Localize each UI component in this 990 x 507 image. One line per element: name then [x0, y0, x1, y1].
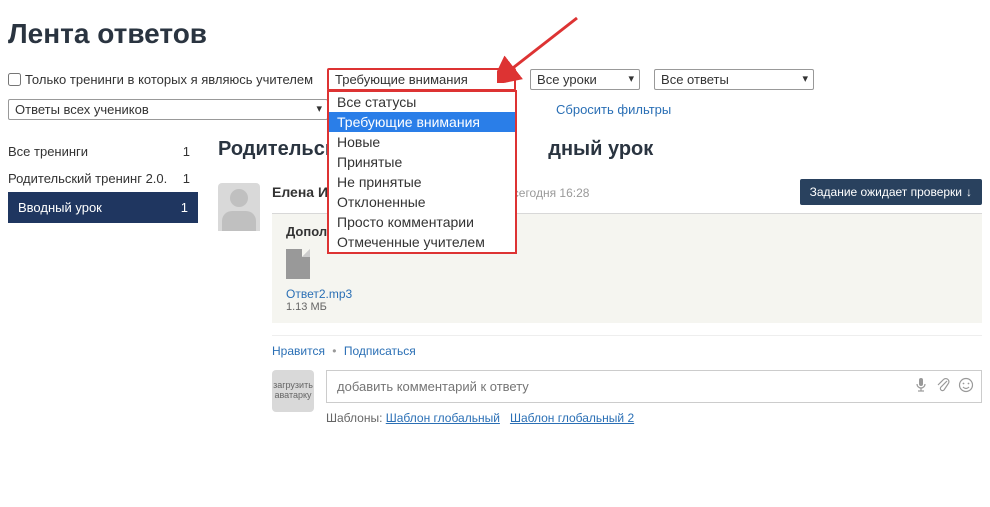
file-attachment[interactable]: Ответ2.mp3 1.13 МБ	[286, 249, 968, 313]
filter-row-1: Только тренинги в которых я являюсь учит…	[8, 68, 982, 91]
sidebar-item-label: Родительский тренинг 2.0.	[8, 171, 167, 186]
status-filter-select[interactable]: Требующие внимания	[329, 70, 514, 89]
status-dropdown: Все статусы Требующие внимания Новые При…	[327, 90, 517, 254]
author-avatar	[218, 183, 260, 231]
breadcrumb-suffix: дный урок	[548, 138, 653, 160]
like-link[interactable]: Нравится	[272, 344, 325, 358]
comment-row: загрузить аватарку	[272, 370, 982, 425]
microphone-icon[interactable]	[914, 377, 928, 396]
file-icon	[286, 249, 310, 279]
comment-input[interactable]	[326, 370, 982, 403]
templates-label: Шаблоны:	[326, 411, 382, 425]
comment-input-wrap: Шаблоны: Шаблон глобальный Шаблон глобал…	[326, 370, 982, 425]
lessons-filter-select-wrap[interactable]: Все уроки	[530, 69, 640, 90]
status-badge[interactable]: Задание ожидает проверки ↓	[800, 179, 982, 205]
sidebar-item-count: 1	[181, 200, 188, 215]
status-option-new[interactable]: Новые	[329, 132, 515, 152]
sidebar: Все тренинги 1 Родительский тренинг 2.0.…	[8, 138, 198, 425]
status-option-rejected[interactable]: Не принятые	[329, 172, 515, 192]
status-option-attention[interactable]: Требующие внимания	[329, 112, 515, 132]
students-filter-select[interactable]: Ответы всех учеников	[8, 99, 328, 120]
sidebar-item-label: Вводный урок	[18, 200, 102, 215]
status-option-declined[interactable]: Отклоненные	[329, 192, 515, 212]
sidebar-item-label: Все тренинги	[8, 144, 88, 159]
sidebar-item-count: 1	[183, 144, 190, 159]
teacher-only-text: Только тренинги в которых я являюсь учит…	[25, 72, 313, 87]
separator-dot: •	[332, 344, 336, 358]
templates-row: Шаблоны: Шаблон глобальный Шаблон глобал…	[326, 411, 982, 425]
page-title: Лента ответов	[8, 18, 982, 50]
status-filter-select-wrap[interactable]: Требующие внимания	[327, 68, 516, 91]
download-icon: ↓	[966, 185, 972, 199]
template-link-1[interactable]: Шаблон глобальный	[386, 411, 500, 425]
answers-filter-select-wrap[interactable]: Все ответы	[654, 69, 814, 90]
status-badge-text: Задание ожидает проверки	[810, 185, 962, 199]
teacher-only-checkbox-label[interactable]: Только тренинги в которых я являюсь учит…	[8, 72, 313, 87]
status-option-accepted[interactable]: Принятые	[329, 152, 515, 172]
file-name[interactable]: Ответ2.mp3	[286, 287, 968, 301]
sidebar-item-all-trainings[interactable]: Все тренинги 1	[8, 138, 198, 165]
subscribe-link[interactable]: Подписаться	[344, 344, 416, 358]
lessons-filter-select[interactable]: Все уроки	[530, 69, 640, 90]
status-option-marked[interactable]: Отмеченные учителем	[329, 232, 515, 252]
status-option-comments[interactable]: Просто комментарии	[329, 212, 515, 232]
file-size: 1.13 МБ	[286, 301, 968, 313]
students-filter-select-wrap[interactable]: Ответы всех учеников	[8, 99, 328, 120]
attachment-icon[interactable]	[936, 377, 950, 396]
answers-filter-select[interactable]: Все ответы	[654, 69, 814, 90]
sidebar-item-parent-training[interactable]: Родительский тренинг 2.0. 1	[8, 165, 198, 192]
input-icons	[914, 377, 974, 396]
sidebar-item-intro-lesson[interactable]: Вводный урок 1	[8, 192, 198, 223]
mini-avatar-upload[interactable]: загрузить аватарку	[272, 370, 314, 412]
answer-actions: Нравится • Подписаться	[272, 335, 982, 358]
status-filter-wrap: Требующие внимания Все статусы Требующие…	[327, 68, 516, 91]
status-option-all[interactable]: Все статусы	[329, 92, 515, 112]
emoji-icon[interactable]	[958, 377, 974, 396]
teacher-only-checkbox[interactable]	[8, 73, 21, 86]
sidebar-item-count: 1	[183, 171, 190, 186]
template-link-2[interactable]: Шаблон глобальный 2	[510, 411, 634, 425]
reset-filters-link[interactable]: Сбросить фильтры	[556, 102, 671, 117]
